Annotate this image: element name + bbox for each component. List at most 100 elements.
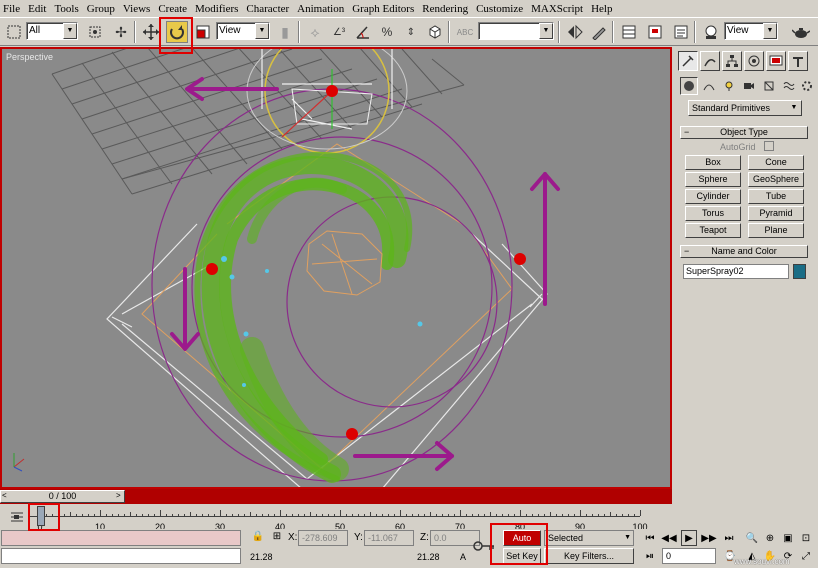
zoom-extents-all-icon[interactable]: ⊡ bbox=[798, 530, 814, 546]
named-selection-dropdown[interactable]: ▼ bbox=[478, 22, 554, 40]
autogrid-checkbox[interactable] bbox=[764, 141, 774, 151]
menu-create[interactable]: Create bbox=[158, 3, 187, 15]
named-selection-icon[interactable] bbox=[424, 21, 446, 43]
time-slider-track[interactable]: 0 / 100 < > bbox=[0, 489, 672, 504]
next-frame-icon[interactable]: ▶▶ bbox=[701, 530, 717, 546]
menu-views[interactable]: Views bbox=[123, 3, 150, 15]
systems-category-icon[interactable] bbox=[798, 77, 816, 95]
pivot-center-icon[interactable]: ▮ bbox=[274, 21, 296, 43]
maximize-viewport-icon[interactable]: ⤢ bbox=[798, 548, 814, 564]
material-editor-icon[interactable] bbox=[700, 21, 722, 43]
motion-tab-icon[interactable] bbox=[744, 51, 764, 71]
absolute-mode-icon[interactable]: ⊞ bbox=[270, 531, 284, 545]
layer-manager-icon[interactable] bbox=[618, 21, 640, 43]
go-to-end-icon[interactable]: ⏭ bbox=[721, 530, 737, 546]
zoom-extents-icon[interactable]: ▣ bbox=[780, 530, 796, 546]
menu-maxscript[interactable]: MAXScript bbox=[531, 3, 583, 15]
menu-edit[interactable]: Edit bbox=[28, 3, 46, 15]
menu-animation[interactable]: Animation bbox=[297, 3, 344, 15]
x-coord-input[interactable]: -278.609 bbox=[298, 530, 348, 546]
menu-help[interactable]: Help bbox=[591, 3, 612, 15]
cylinder-button[interactable]: Cylinder bbox=[685, 189, 741, 204]
selection-filter-dropdown[interactable]: All ▼ bbox=[26, 22, 78, 40]
link-icon[interactable]: ⟡ bbox=[304, 21, 326, 43]
zoom-icon[interactable]: 🔍 bbox=[744, 530, 760, 546]
previous-frame-icon[interactable]: ◀◀ bbox=[661, 530, 677, 546]
menu-customize[interactable]: Customize bbox=[476, 3, 523, 15]
curve-editor-icon[interactable] bbox=[644, 21, 666, 43]
go-to-start-icon[interactable]: ⏮ bbox=[642, 530, 658, 546]
menu-modifiers[interactable]: Modifiers bbox=[195, 3, 238, 15]
teapot-render-icon[interactable] bbox=[790, 21, 812, 43]
lock-selection-icon[interactable]: 🔒 bbox=[251, 531, 265, 545]
percent-snap-icon[interactable]: % bbox=[376, 21, 398, 43]
window-crossing-icon[interactable]: ✢ bbox=[110, 21, 132, 43]
utilities-tab-icon[interactable] bbox=[788, 51, 808, 71]
cameras-category-icon[interactable] bbox=[740, 77, 758, 95]
pyramid-button[interactable]: Pyramid bbox=[748, 206, 804, 221]
schematic-view-icon[interactable] bbox=[670, 21, 692, 43]
track-bar[interactable]: 0 10 20 30 40 50 60 70 80 90 100 bbox=[0, 505, 672, 532]
geometry-category-icon[interactable] bbox=[680, 77, 698, 95]
shapes-category-icon[interactable] bbox=[700, 77, 718, 95]
snap-3d-icon[interactable]: ∠³ bbox=[328, 21, 350, 43]
move-icon[interactable] bbox=[140, 21, 162, 43]
mini-curve-editor-icon[interactable] bbox=[8, 509, 26, 525]
tube-button[interactable]: Tube bbox=[748, 189, 804, 204]
maxscript-listener-input[interactable] bbox=[1, 548, 241, 564]
render-type-dropdown[interactable]: View ▼ bbox=[724, 22, 778, 40]
space-warps-category-icon[interactable] bbox=[780, 77, 798, 95]
scale-icon[interactable] bbox=[192, 21, 214, 43]
cone-button[interactable]: Cone bbox=[748, 155, 804, 170]
current-frame-key-marker[interactable] bbox=[37, 506, 45, 526]
name-and-color-rollout[interactable]: − Name and Color bbox=[680, 245, 808, 258]
key-filters-button[interactable]: Key Filters... bbox=[544, 548, 634, 564]
align-icon[interactable] bbox=[588, 21, 610, 43]
current-frame-input[interactable]: 0 bbox=[662, 548, 716, 564]
object-name-input[interactable]: SuperSpray02 bbox=[683, 264, 789, 279]
key-mode-icon[interactable] bbox=[473, 539, 495, 553]
select-region-icon[interactable] bbox=[3, 21, 25, 43]
track-ruler[interactable]: 0 10 20 30 40 50 60 70 80 90 100 bbox=[30, 510, 648, 532]
zoom-all-icon[interactable]: ⊕ bbox=[762, 530, 778, 546]
viewport-label[interactable]: Perspective bbox=[6, 52, 53, 62]
sphere-button[interactable]: Sphere bbox=[685, 172, 741, 187]
hierarchy-tab-icon[interactable] bbox=[722, 51, 742, 71]
display-tab-icon[interactable] bbox=[766, 51, 786, 71]
menu-graph-editors[interactable]: Graph Editors bbox=[352, 3, 414, 15]
primitive-type-dropdown[interactable]: Standard Primitives ▼ bbox=[688, 100, 802, 116]
spinner-snap-icon[interactable]: ⇕ bbox=[400, 21, 422, 43]
helpers-category-icon[interactable] bbox=[760, 77, 778, 95]
key-mode-toggle-icon[interactable]: ⏯ bbox=[642, 548, 658, 564]
torus-button[interactable]: Torus bbox=[685, 206, 741, 221]
geosphere-button[interactable]: GeoSphere bbox=[748, 172, 804, 187]
menu-group[interactable]: Group bbox=[87, 3, 115, 15]
next-frame-arrow-icon[interactable]: > bbox=[116, 491, 121, 500]
teapot-button[interactable]: Teapot bbox=[685, 223, 741, 238]
time-slider-thumb[interactable]: 0 / 100 bbox=[0, 490, 125, 503]
edit-named-selection-icon[interactable]: ABC bbox=[454, 21, 476, 43]
menu-character[interactable]: Character bbox=[246, 3, 289, 15]
create-tab-icon[interactable] bbox=[678, 51, 698, 71]
menu-tools[interactable]: Tools bbox=[54, 3, 78, 15]
box-button[interactable]: Box bbox=[685, 155, 741, 170]
menu-file[interactable]: File bbox=[3, 3, 20, 15]
angle-snap-icon[interactable] bbox=[352, 21, 374, 43]
set-key-button[interactable]: Set Key bbox=[503, 548, 541, 564]
reference-coord-dropdown[interactable]: View ▼ bbox=[216, 22, 270, 40]
select-by-name-icon[interactable] bbox=[84, 21, 106, 43]
y-coord-input[interactable]: -11.067 bbox=[364, 530, 414, 546]
play-icon[interactable]: ▶ bbox=[681, 530, 697, 546]
object-color-swatch[interactable] bbox=[793, 264, 806, 279]
lights-category-icon[interactable] bbox=[720, 77, 738, 95]
auto-key-button[interactable]: Auto Key bbox=[503, 530, 541, 557]
prev-frame-arrow-icon[interactable]: < bbox=[2, 491, 7, 500]
menu-rendering[interactable]: Rendering bbox=[422, 3, 468, 15]
object-type-rollout[interactable]: − Object Type bbox=[680, 126, 808, 139]
plane-button[interactable]: Plane bbox=[748, 223, 804, 238]
modify-tab-icon[interactable] bbox=[700, 51, 720, 71]
mirror-icon[interactable] bbox=[564, 21, 586, 43]
perspective-viewport[interactable]: Perspective bbox=[0, 47, 672, 489]
rotate-icon[interactable] bbox=[166, 21, 188, 43]
selected-set-dropdown[interactable]: Selected ▼ bbox=[544, 530, 634, 546]
